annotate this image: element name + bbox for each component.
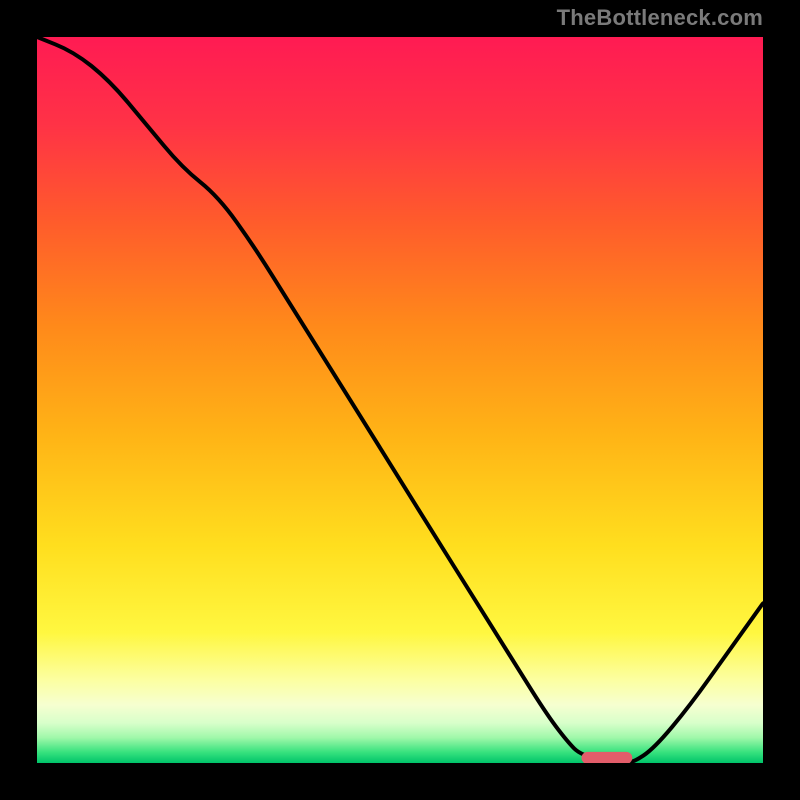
optimal-marker — [582, 752, 633, 763]
gradient-background — [37, 37, 763, 763]
plot-svg — [37, 37, 763, 763]
chart-frame: TheBottleneck.com — [0, 0, 800, 800]
watermark-text: TheBottleneck.com — [557, 5, 763, 31]
plot-area — [37, 37, 763, 763]
